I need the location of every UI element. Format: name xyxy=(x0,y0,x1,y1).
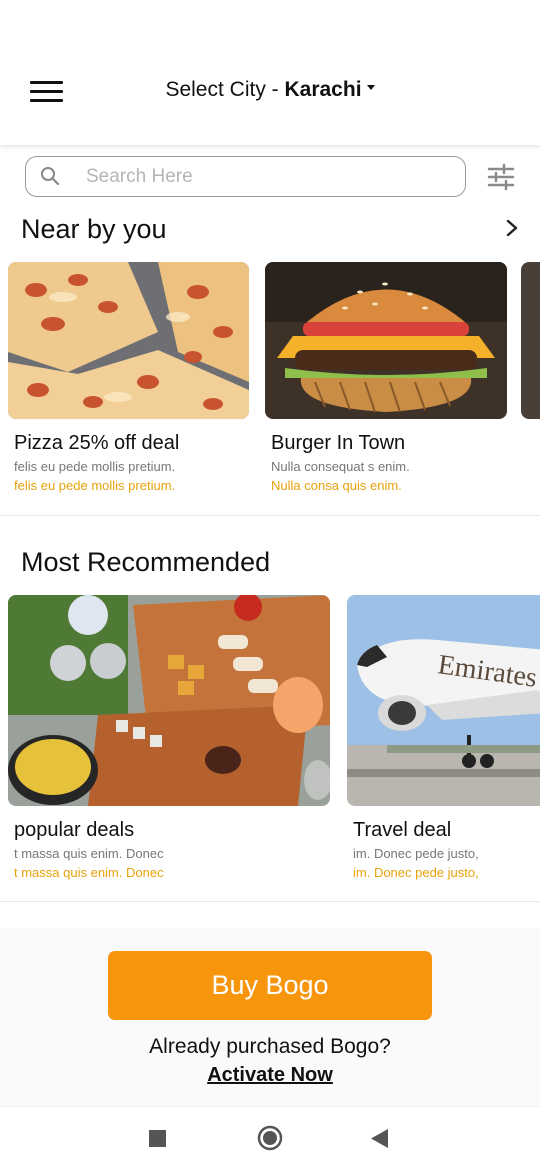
card-highlight: Nulla consa quis enim. xyxy=(271,478,402,493)
city-name: Karachi xyxy=(284,78,362,101)
nearby-card-partial[interactable] xyxy=(521,262,540,419)
burger-photo xyxy=(265,262,507,419)
activate-now-link[interactable]: Activate Now xyxy=(0,1064,540,1087)
system-navbar xyxy=(0,1106,540,1170)
square-recents-icon[interactable] xyxy=(149,1130,166,1147)
buy-bogo-button[interactable]: Buy Bogo xyxy=(108,951,432,1020)
card-subtitle: Nulla consequat s enim. xyxy=(271,459,410,474)
nearby-card-pizza[interactable]: Pizza 25% off deal felis eu pede mollis … xyxy=(8,262,250,497)
search-box[interactable] xyxy=(25,156,466,197)
city-prefix-label: Select City - xyxy=(165,78,285,101)
card-title: Travel deal xyxy=(353,819,452,841)
caret-down-icon xyxy=(366,84,375,90)
food-platter-photo xyxy=(8,595,330,806)
circle-home-icon[interactable] xyxy=(257,1125,283,1151)
section-divider xyxy=(0,901,540,902)
card-subtitle: felis eu pede mollis pretium. xyxy=(14,459,176,474)
section-divider xyxy=(0,515,540,516)
card-title: Burger In Town xyxy=(271,432,406,454)
section-title-nearby: Near by you xyxy=(21,214,167,244)
already-purchased-text: Already purchased Bogo? xyxy=(149,1035,391,1058)
pizza-photo xyxy=(8,262,249,419)
section-title-recommended: Most Recommended xyxy=(21,547,271,577)
card-highlight: im. Donec pede justo, xyxy=(353,865,479,880)
card-photo xyxy=(521,262,540,419)
nearby-card-burger[interactable]: Burger In Town Nulla consequat s enim. N… xyxy=(265,262,507,497)
city-selector[interactable]: Select City - Karachi xyxy=(0,78,540,102)
card-subtitle: t massa quis enim. Donec xyxy=(14,846,164,861)
recommended-card-travel-deal[interactable]: Emirates Travel deal im. Donec pede just… xyxy=(347,595,540,885)
triangle-back-icon[interactable] xyxy=(371,1129,389,1148)
chevron-right-icon[interactable] xyxy=(502,218,522,238)
card-subtitle: im. Donec pede justo, xyxy=(353,846,479,861)
airplane-photo: Emirates xyxy=(347,595,540,806)
card-title: popular deals xyxy=(14,819,135,841)
card-title: Pizza 25% off deal xyxy=(14,432,180,454)
sliders-filter-icon[interactable] xyxy=(487,163,515,191)
search-icon xyxy=(41,167,60,186)
card-highlight: felis eu pede mollis pretium. xyxy=(14,478,176,493)
card-highlight: t massa quis enim. Donec xyxy=(14,865,164,880)
search-input[interactable] xyxy=(86,163,446,191)
recommended-card-popular-deals[interactable]: popular deals t massa quis enim. Donec t… xyxy=(8,595,330,885)
app-header: Select City - Karachi xyxy=(0,0,540,145)
